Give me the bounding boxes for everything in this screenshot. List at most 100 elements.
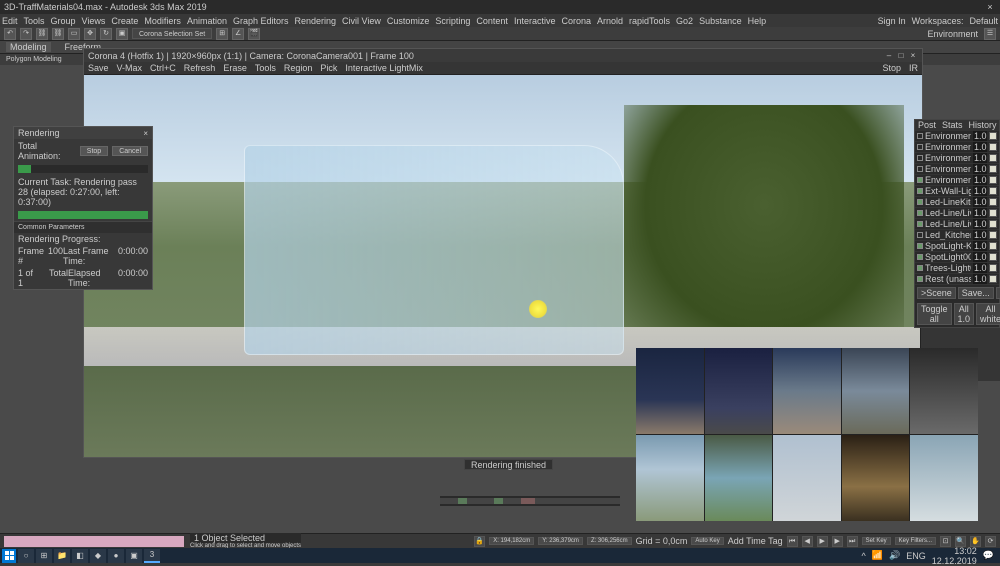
menu-interactive[interactable]: Interactive [514, 16, 556, 26]
close-icon[interactable]: × [143, 129, 148, 138]
menu-views[interactable]: Views [82, 16, 106, 26]
menu-rapidtools[interactable]: rapidTools [629, 16, 670, 26]
checkbox[interactable] [917, 199, 923, 205]
lightmix-all10-button[interactable]: All 1.0 [954, 303, 975, 325]
menu-animation[interactable]: Animation [187, 16, 227, 26]
env-button[interactable]: ☰ [984, 28, 996, 40]
timeline-track[interactable] [440, 498, 620, 504]
color-swatch[interactable] [989, 275, 997, 283]
light-intensity[interactable]: 1.0 [973, 263, 987, 273]
thumbnail[interactable] [910, 435, 978, 521]
coord-z[interactable]: Z: 306,256cm [587, 537, 632, 545]
lightmix-toggle-button[interactable]: Toggle all [917, 303, 952, 325]
lightmix-scene-button[interactable]: >Scene [917, 287, 956, 299]
checkbox[interactable] [917, 133, 923, 139]
menu-modifiers[interactable]: Modifiers [144, 16, 181, 26]
lightmix-row[interactable]: Ext-Wall-Light1.0 [915, 186, 999, 197]
vfb-erase-button[interactable]: Erase [223, 63, 247, 73]
coord-x[interactable]: X: 194,182cm [489, 537, 534, 545]
snap-button[interactable]: ⊞ [216, 28, 228, 40]
light-intensity[interactable]: 1.0 [973, 197, 987, 207]
lightmix-load-button[interactable]: Load... [996, 287, 1000, 299]
timeline-key[interactable] [458, 498, 467, 504]
start-button[interactable] [2, 549, 16, 563]
close-icon[interactable]: × [984, 2, 996, 12]
light-intensity[interactable]: 1.0 [973, 131, 987, 141]
signin-link[interactable]: Sign In [878, 16, 906, 26]
checkbox[interactable] [917, 276, 923, 282]
redo-button[interactable]: ↷ [20, 28, 32, 40]
tab-history[interactable]: History [966, 120, 1000, 131]
play-end-icon[interactable]: ⏭ [847, 536, 858, 547]
taskbar-app-icon[interactable]: ● [108, 549, 124, 563]
checkbox[interactable] [917, 177, 923, 183]
taskbar-taskview-icon[interactable]: ⊞ [36, 549, 52, 563]
render-dialog-titlebar[interactable]: Rendering × [14, 127, 152, 139]
timeline-key[interactable] [494, 498, 503, 504]
thumbnail[interactable] [636, 435, 704, 521]
vfb-copy-button[interactable]: Ctrl+C [150, 63, 176, 73]
taskbar-app-icon[interactable]: ▣ [126, 549, 142, 563]
taskbar-app-icon[interactable]: ◆ [90, 549, 106, 563]
color-swatch[interactable] [989, 187, 997, 195]
cancel-button[interactable]: Cancel [112, 146, 148, 156]
menu-substance[interactable]: Substance [699, 16, 742, 26]
tray-time[interactable]: 13:02 [932, 546, 977, 556]
lightmix-row[interactable]: Trees-Light0011.0 [915, 263, 999, 274]
light-intensity[interactable]: 1.0 [973, 164, 987, 174]
color-swatch[interactable] [989, 176, 997, 184]
vfb-titlebar[interactable]: Corona 4 (Hotfix 1) | 1920×960px (1:1) |… [84, 49, 922, 62]
tray-chevron-icon[interactable]: ^ [862, 551, 866, 561]
light-intensity[interactable]: 1.0 [973, 208, 987, 218]
lightmix-row[interactable]: Led-Line/LivingTop1.0 [915, 219, 999, 230]
vfb-tools-button[interactable]: Tools [255, 63, 276, 73]
checkbox[interactable] [917, 188, 923, 194]
taskbar-explorer-icon[interactable]: 📁 [54, 549, 70, 563]
thumbnail[interactable] [773, 435, 841, 521]
taskbar-3dsmax-icon[interactable]: 3 [144, 549, 160, 563]
maxscript-listener[interactable] [4, 536, 184, 547]
vfb-pick-button[interactable]: Pick [320, 63, 337, 73]
thumbnail[interactable] [636, 348, 704, 434]
menu-rendering[interactable]: Rendering [295, 16, 337, 26]
keyfilters-button[interactable]: Key Filters... [895, 537, 936, 545]
timeline[interactable] [440, 496, 620, 506]
light-intensity[interactable]: 1.0 [973, 274, 987, 284]
checkbox[interactable] [917, 265, 923, 271]
move-button[interactable]: ✥ [84, 28, 96, 40]
vfb-save-button[interactable]: Save [88, 63, 109, 73]
lightmix-row[interactable]: Environment - Map #21.0 [915, 175, 999, 186]
menu-edit[interactable]: Edit [2, 16, 18, 26]
vfb-lightmix-button[interactable]: Interactive LightMix [345, 63, 423, 73]
menu-go2[interactable]: Go2 [676, 16, 693, 26]
angle-snap-button[interactable]: ∠ [232, 28, 244, 40]
common-params-section[interactable]: Common Parameters [14, 221, 152, 233]
taskbar-search-icon[interactable]: ○ [18, 549, 34, 563]
rotate-button[interactable]: ↻ [100, 28, 112, 40]
thumbnail[interactable] [773, 348, 841, 434]
play-start-icon[interactable]: ⏮ [787, 536, 798, 547]
color-swatch[interactable] [989, 231, 997, 239]
checkbox[interactable] [917, 254, 923, 260]
maximize-icon[interactable]: □ [896, 51, 906, 61]
tray-network-icon[interactable]: 📶 [872, 550, 883, 561]
vfb-stop-button[interactable]: Stop [882, 63, 901, 73]
tray-date[interactable]: 12.12.2019 [932, 556, 977, 566]
light-intensity[interactable]: 1.0 [973, 142, 987, 152]
taskbar-app-icon[interactable]: ◧ [72, 549, 88, 563]
checkbox[interactable] [917, 144, 923, 150]
menu-arnold[interactable]: Arnold [597, 16, 623, 26]
ribbon-tab-modeling[interactable]: Modeling [6, 42, 51, 52]
tray-notifications-icon[interactable]: 💬 [983, 550, 994, 561]
tray-volume-icon[interactable]: 🔊 [889, 550, 900, 561]
menu-content[interactable]: Content [476, 16, 508, 26]
light-intensity[interactable]: 1.0 [973, 175, 987, 185]
color-swatch[interactable] [989, 264, 997, 272]
light-intensity[interactable]: 1.0 [973, 252, 987, 262]
lightmix-row[interactable]: Rest (unassigned)1.0 [915, 274, 999, 285]
play-icon[interactable]: ▶ [817, 536, 828, 547]
undo-button[interactable]: ↶ [4, 28, 16, 40]
color-swatch[interactable] [989, 165, 997, 173]
light-intensity[interactable]: 1.0 [973, 153, 987, 163]
thumbnail[interactable] [842, 348, 910, 434]
